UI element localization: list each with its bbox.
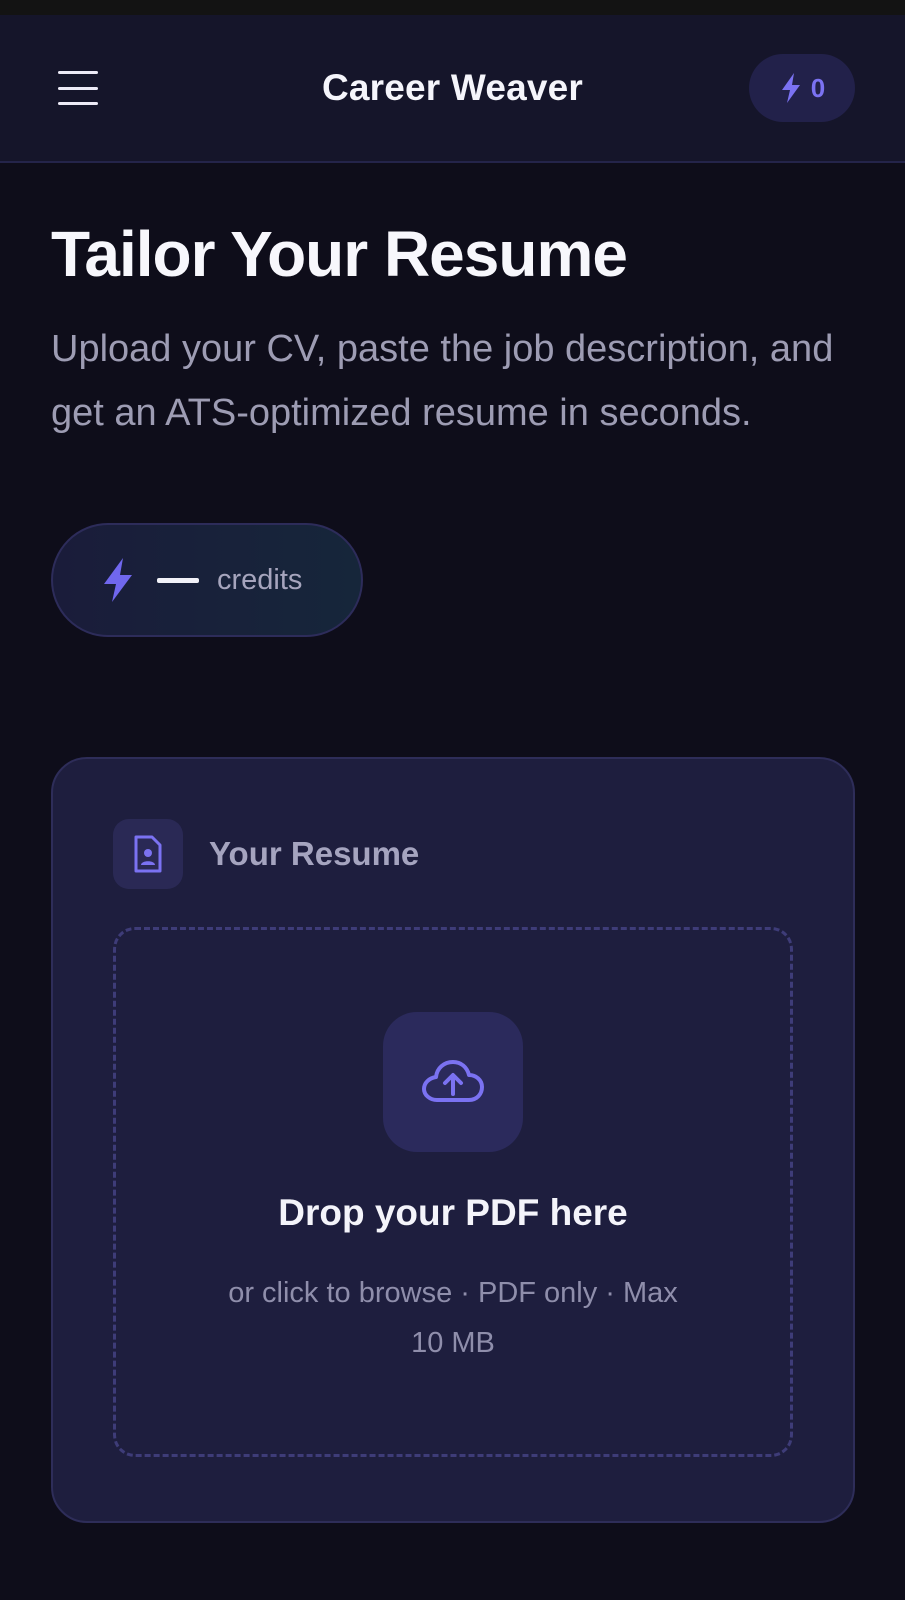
menu-icon[interactable] (58, 71, 98, 105)
dropzone-hint: or click to browse · PDF only · Max 10 M… (228, 1277, 678, 1359)
credits-loading-dash (157, 577, 199, 583)
upload-icon-box (383, 1012, 523, 1152)
cloud-upload-icon (422, 1060, 484, 1102)
page-title: Tailor Your Resume (51, 218, 628, 290)
bolt-icon (104, 558, 132, 602)
credits-badge: credits (51, 523, 363, 637)
document-user-icon (134, 835, 162, 873)
page-subtitle: Upload your CV, paste the job descriptio… (51, 328, 834, 434)
resume-card: Your Resume Drop your PDF here or click … (51, 757, 855, 1523)
main-content: Tailor Your Resume Upload your CV, paste… (0, 217, 905, 1523)
header-credits-button[interactable]: 0 (749, 54, 855, 122)
app-header: Career Weaver 0 (0, 15, 905, 163)
pdf-dropzone[interactable]: Drop your PDF here or click to browse · … (113, 927, 793, 1457)
resume-card-header: Your Resume (113, 819, 793, 889)
status-strip (0, 0, 905, 15)
header-credit-count: 0 (810, 72, 826, 103)
resume-document-icon (113, 819, 183, 889)
resume-card-title: Your Resume (209, 835, 420, 872)
credits-label: credits (217, 563, 303, 596)
bolt-icon (781, 73, 800, 103)
dropzone-title: Drop your PDF here (278, 1192, 628, 1233)
app-title: Career Weaver (321, 67, 584, 108)
